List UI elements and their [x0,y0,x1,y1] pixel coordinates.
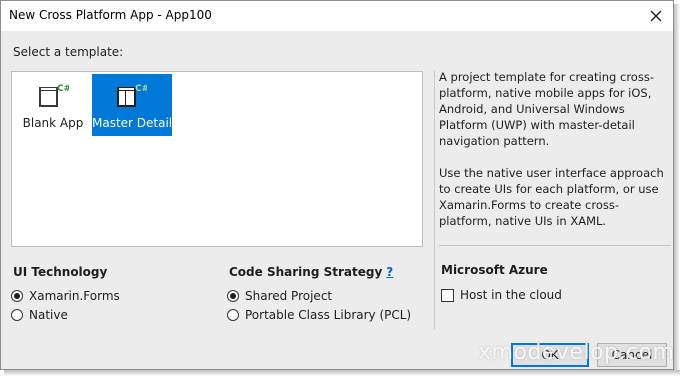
window-shadow-right [674,4,680,376]
code-sharing-heading: Code Sharing Strategy? [229,265,393,279]
description-paragraph: Use the native user interface approach t… [439,166,664,228]
template-blank-app[interactable]: C# Blank App [14,74,92,136]
title-bar: New Cross Platform App - App100 [1,1,673,31]
vertical-divider [434,71,435,329]
window-title: New Cross Platform App - App100 [9,8,212,22]
close-icon [650,10,662,22]
azure-heading: Microsoft Azure [441,263,548,277]
checkbox-unchecked-icon [441,288,454,302]
radio-label: Xamarin.Forms [29,289,120,303]
radio-unselected-icon [227,309,239,321]
window-shadow-bottom [4,370,680,376]
radio-xamarin-forms[interactable]: Xamarin.Forms [11,289,120,303]
template-list: C# Blank App C# Master Detail [11,71,423,247]
radio-unselected-icon [11,309,23,321]
code-sharing-help-link[interactable]: ? [386,265,393,279]
ui-technology-heading: UI Technology [13,265,108,279]
host-in-cloud-checkbox[interactable]: Host in the cloud [441,288,562,302]
template-label: Master Detail [92,116,173,130]
code-sharing-heading-text: Code Sharing Strategy [229,265,383,279]
template-heading: Select a template: [13,45,124,59]
template-master-detail[interactable]: C# Master Detail [92,74,172,136]
new-app-dialog: New Cross Platform App - App100 Select a… [0,0,674,370]
checkbox-label: Host in the cloud [460,288,562,302]
radio-selected-icon [227,290,239,302]
ok-button[interactable]: OK [511,343,589,367]
radio-label: Portable Class Library (PCL) [245,308,412,322]
description-paragraph: A project template for creating cross-pl… [439,70,654,148]
template-description: A project template for creating cross-pl… [439,69,667,245]
radio-label: Native [29,308,68,322]
radio-shared-project[interactable]: Shared Project [227,289,332,303]
radio-native[interactable]: Native [11,308,68,322]
radio-selected-icon [11,290,23,302]
svg-text:C#: C# [135,84,147,94]
svg-text:C#: C# [57,84,69,94]
horizontal-divider [439,245,671,246]
blank-app-icon: C# [39,84,69,107]
dialog-body: Select a template: C# Blank App C# [1,31,673,369]
radio-label: Shared Project [245,289,333,303]
cancel-button[interactable]: Cancel [597,343,667,367]
template-label: Blank App [22,116,84,130]
master-detail-icon: C# [117,84,147,107]
radio-pcl[interactable]: Portable Class Library (PCL) [227,308,411,322]
close-button[interactable] [645,5,667,27]
